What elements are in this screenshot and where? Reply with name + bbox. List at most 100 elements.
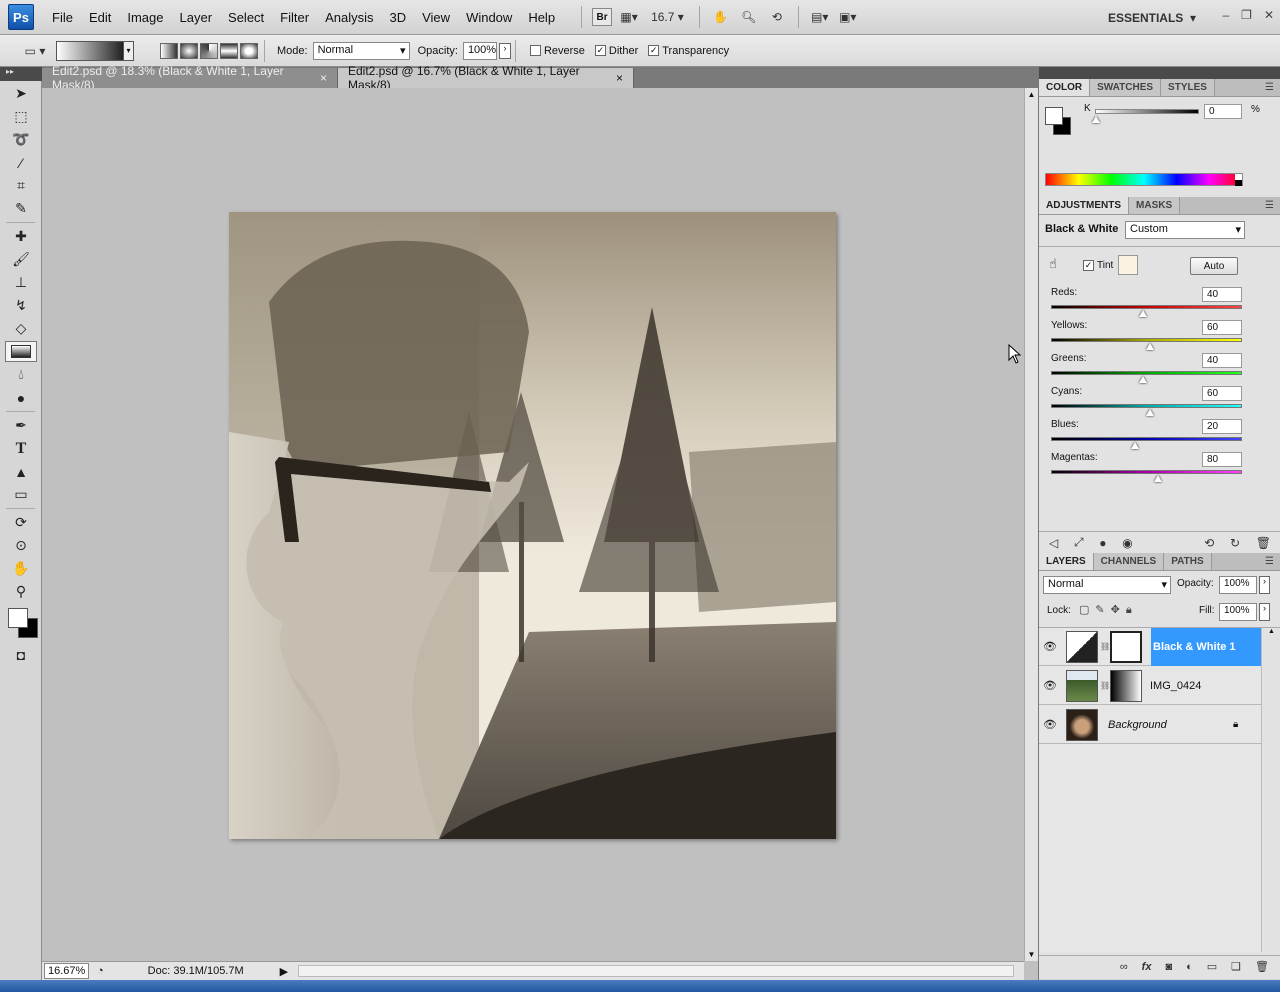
tab-edit2-16[interactable]: Edit2.psd @ 16.7% (Black & White 1, Laye… xyxy=(338,64,634,92)
bridge-button[interactable]: Br xyxy=(592,8,613,26)
horizontal-scrollbar[interactable] xyxy=(298,965,1014,977)
back-arrow-icon[interactable]: ◁ xyxy=(1049,536,1058,550)
close-icon[interactable]: ✕ xyxy=(1264,8,1274,22)
link-layers-icon[interactable]: ∞ xyxy=(1120,961,1128,973)
minimize-icon[interactable]: – xyxy=(1222,8,1229,22)
move-tool-icon[interactable]: ➤ xyxy=(5,83,37,104)
zoom-level-select[interactable]: 16.7 ▾ xyxy=(646,6,689,28)
menu-file[interactable]: File xyxy=(44,0,81,35)
new-adjustment-icon[interactable]: ◐ xyxy=(1186,961,1193,973)
menu-image[interactable]: Image xyxy=(119,0,171,35)
3d-orbit-tool-icon[interactable]: ⊙ xyxy=(5,535,37,556)
screen-mode-icon[interactable]: ▣▾ xyxy=(837,6,859,28)
zoom-tool-icon[interactable]: ⚲ xyxy=(5,581,37,602)
layer-mask-thumbnail[interactable] xyxy=(1110,669,1142,702)
layer-name[interactable]: Background xyxy=(1108,719,1167,731)
diamond-gradient-icon[interactable] xyxy=(240,42,258,59)
layer-opacity-input[interactable]: 100% xyxy=(1219,576,1257,594)
new-group-icon[interactable]: ▭ xyxy=(1207,960,1217,973)
tint-color-swatch[interactable] xyxy=(1118,255,1138,275)
tab-masks[interactable]: MASKS xyxy=(1129,197,1181,214)
reds-slider[interactable] xyxy=(1051,305,1242,309)
layer-black-and-white[interactable]: 👁︎ ⛓︎ Black & White 1 xyxy=(1039,628,1261,666)
eraser-tool-icon[interactable]: ◇ xyxy=(5,318,37,339)
menu-window[interactable]: Window xyxy=(458,0,520,35)
trash-icon[interactable]: 🗑︎ xyxy=(1256,536,1271,550)
angle-gradient-icon[interactable] xyxy=(200,42,218,59)
tools-panel-header[interactable]: ▸▸ xyxy=(0,67,42,81)
opacity-slider-arrow[interactable]: › xyxy=(498,42,511,59)
dodge-tool-icon[interactable]: ● xyxy=(5,387,37,408)
shape-tool-icon[interactable]: ▭ xyxy=(5,484,37,505)
panel-menu-icon[interactable]: ☰ xyxy=(1265,200,1274,211)
crop-tool-icon[interactable]: ⌗ xyxy=(5,175,37,196)
scroll-up-icon[interactable]: ▲ xyxy=(1262,628,1280,635)
transparency-option[interactable]: ✓ Transparency xyxy=(648,45,729,57)
hand-tool-icon[interactable]: ✋ xyxy=(5,558,37,579)
tab-adjustments[interactable]: ADJUSTMENTS xyxy=(1039,197,1130,214)
visibility-icon[interactable]: ◉ xyxy=(1122,536,1132,550)
menu-help[interactable]: Help xyxy=(520,0,563,35)
marquee-tool-icon[interactable]: ⬚ xyxy=(5,106,37,127)
greens-slider[interactable] xyxy=(1051,371,1242,375)
eyedropper-tool-icon[interactable]: ✎ xyxy=(5,198,37,219)
reflected-gradient-icon[interactable] xyxy=(220,42,238,59)
close-icon[interactable]: × xyxy=(616,71,623,85)
vertical-scrollbar[interactable]: ▲ ▼ xyxy=(1024,88,1038,961)
menu-analysis[interactable]: Analysis xyxy=(317,0,381,35)
expand-view-icon[interactable]: ⤢ xyxy=(1074,535,1084,550)
lasso-tool-icon[interactable]: ➰ xyxy=(5,129,37,150)
reds-value-input[interactable]: 40 xyxy=(1202,287,1242,302)
zoom-field[interactable]: 16.67% xyxy=(44,963,89,979)
path-selection-tool-icon[interactable]: ▲ xyxy=(5,461,37,482)
link-icon[interactable]: ⛓︎ xyxy=(1100,642,1110,651)
k-value-input[interactable]: 0 xyxy=(1204,104,1242,119)
hand-icon[interactable]: ✋ xyxy=(710,6,732,28)
gradient-tool-icon[interactable] xyxy=(5,341,37,362)
rotate-view-icon[interactable]: ⟲ xyxy=(766,6,788,28)
film-icon[interactable]: ▦▾ xyxy=(618,6,640,28)
tab-channels[interactable]: CHANNELS xyxy=(1093,553,1165,570)
fill-slider-arrow[interactable]: › xyxy=(1259,603,1270,621)
mode-select[interactable]: Normal ▾ xyxy=(312,41,410,60)
magentas-slider-thumb[interactable] xyxy=(1153,475,1162,482)
ramp-black-swatch[interactable] xyxy=(1235,180,1242,186)
gradient-preview[interactable]: ▾ xyxy=(56,40,134,61)
fill-input[interactable]: 100% xyxy=(1219,603,1257,621)
preset-select[interactable]: Custom ▾ xyxy=(1125,221,1245,239)
targeted-adjustment-icon[interactable]: ☝ xyxy=(1049,256,1057,272)
magic-wand-tool-icon[interactable]: ⁄ xyxy=(5,152,37,173)
k-slider-thumb[interactable] xyxy=(1092,116,1100,123)
reds-slider-thumb[interactable] xyxy=(1138,310,1147,317)
cyans-slider-thumb[interactable] xyxy=(1146,409,1155,416)
reset-icon[interactable]: ↻ xyxy=(1230,536,1240,550)
3d-rotate-tool-icon[interactable]: ⟳ xyxy=(5,512,37,533)
eye-icon[interactable]: 👁︎ xyxy=(1039,640,1061,653)
workspace-switcher[interactable]: ESSENTIALS ▾ xyxy=(1108,0,1196,35)
blues-value-input[interactable]: 20 xyxy=(1202,419,1242,434)
close-icon[interactable]: × xyxy=(320,71,327,85)
dither-option[interactable]: ✓ Dither xyxy=(594,45,638,57)
tint-option[interactable]: ✓ Tint xyxy=(1083,260,1113,271)
blues-slider-thumb[interactable] xyxy=(1131,442,1140,449)
clone-stamp-tool-icon[interactable]: ⊥ xyxy=(5,272,37,293)
menu-3d[interactable]: 3D xyxy=(381,0,414,35)
link-icon[interactable]: ⛓︎ xyxy=(1100,681,1110,690)
zoom-icon[interactable]: 🔍︎ xyxy=(738,6,760,28)
document-canvas[interactable] xyxy=(229,212,836,839)
tab-layers[interactable]: LAYERS xyxy=(1039,553,1094,570)
opacity-input[interactable]: 100% xyxy=(462,41,497,60)
new-layer-icon[interactable]: ❏ xyxy=(1231,960,1241,973)
menu-view[interactable]: View xyxy=(414,0,458,35)
trash-icon[interactable]: 🗑︎ xyxy=(1255,960,1269,973)
menu-select[interactable]: Select xyxy=(220,0,272,35)
menu-filter[interactable]: Filter xyxy=(272,0,317,35)
panel-menu-icon[interactable]: ☰ xyxy=(1265,556,1274,567)
tab-swatches[interactable]: SWATCHES xyxy=(1090,79,1162,96)
linear-gradient-icon[interactable] xyxy=(160,42,178,59)
quick-mask-icon[interactable]: ◘ xyxy=(5,644,37,665)
blur-tool-icon[interactable]: 💧︎ xyxy=(5,364,37,385)
chevron-down-icon[interactable]: ▾ xyxy=(123,40,134,61)
lock-icons[interactable]: ▢✎✥🔒︎ xyxy=(1079,603,1138,617)
tab-styles[interactable]: STYLES xyxy=(1161,79,1215,96)
